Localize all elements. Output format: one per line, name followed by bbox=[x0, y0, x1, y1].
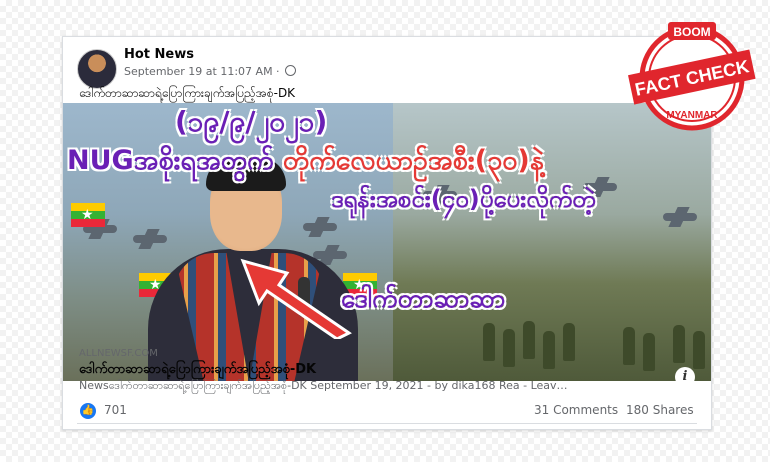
image-headline-line1: NUGအစိုးရအတွက် တိုက်လေယာဉ်အစီး(၃၀)နဲ့ bbox=[67, 143, 544, 183]
soldier-figure bbox=[523, 321, 535, 359]
post-caption: ဒေါက်တာဆာဆာရဲ့ပြောကြားချက်အပြည့်အစုံ-DK bbox=[79, 86, 296, 100]
page-name[interactable]: Hot News bbox=[124, 47, 194, 62]
post-timestamp[interactable]: September 19 at 11:07 AM · bbox=[124, 65, 280, 78]
link-preview-image[interactable]: ★ ★ ★ (၁၉/၉/၂၀၂၁) NUGအစိုးရအတွက် တိုက်လေ… bbox=[63, 103, 711, 381]
facebook-post: Hot News September 19 at 11:07 AM · ဒေါက… bbox=[62, 36, 712, 430]
soldier-figure bbox=[543, 331, 555, 369]
like-count[interactable]: 701 bbox=[104, 403, 127, 417]
soldier-figure bbox=[643, 333, 655, 371]
comments-count[interactable]: 31 Comments bbox=[534, 403, 618, 417]
soldier-figure bbox=[623, 327, 635, 365]
badge-bottom-text: MYANMAR bbox=[666, 110, 718, 121]
soldier-figure bbox=[563, 323, 575, 361]
shares-count[interactable]: 180 Shares bbox=[626, 403, 694, 417]
page-avatar[interactable] bbox=[77, 49, 117, 89]
image-headline-part-a: NUGအစိုးရအတွက် bbox=[67, 145, 274, 176]
boom-fact-check-badge: BOOM FACT CHECK MYANMAR bbox=[628, 22, 756, 131]
image-headline-line3: ဒေါက်တာဆာဆာ bbox=[341, 284, 506, 314]
post-meta: September 19 at 11:07 AM · bbox=[124, 65, 297, 78]
soldier-figure bbox=[483, 323, 495, 361]
badge-top-text: BOOM bbox=[673, 25, 710, 39]
image-headline-line2: ဒရုန်းအစင်း(၄၀)ပို့ပေးလိုက်တဲ့ bbox=[331, 185, 596, 213]
soldier-figure bbox=[673, 325, 685, 363]
link-description[interactable]: Newsဒေါက်တာဆာဆာရဲ့ပြောကြားချက်အပြည့်အစုံ… bbox=[79, 379, 689, 395]
soldier-figure bbox=[503, 329, 515, 367]
image-headline-part-b: တိုက်လေယာဉ်အစီး(၃၀)နဲ့ bbox=[282, 145, 544, 176]
image-date-text: (၁၉/၉/၂၀၂၁) bbox=[175, 105, 328, 138]
link-source[interactable]: ALLNEWSF.COM bbox=[79, 348, 158, 359]
soldier-figure bbox=[693, 331, 705, 369]
link-title[interactable]: ဒေါက်တာဆာဆာရဲ့ပြောကြားချက်အပြည့်အစုံ-DK bbox=[79, 361, 316, 380]
drone-image bbox=[663, 213, 697, 221]
myanmar-flag: ★ bbox=[71, 203, 105, 227]
globe-icon bbox=[285, 65, 297, 76]
thumbs-up-icon[interactable]: 👍 bbox=[80, 403, 96, 419]
post-footer: 👍 701 31 Comments 180 Shares bbox=[62, 400, 710, 424]
